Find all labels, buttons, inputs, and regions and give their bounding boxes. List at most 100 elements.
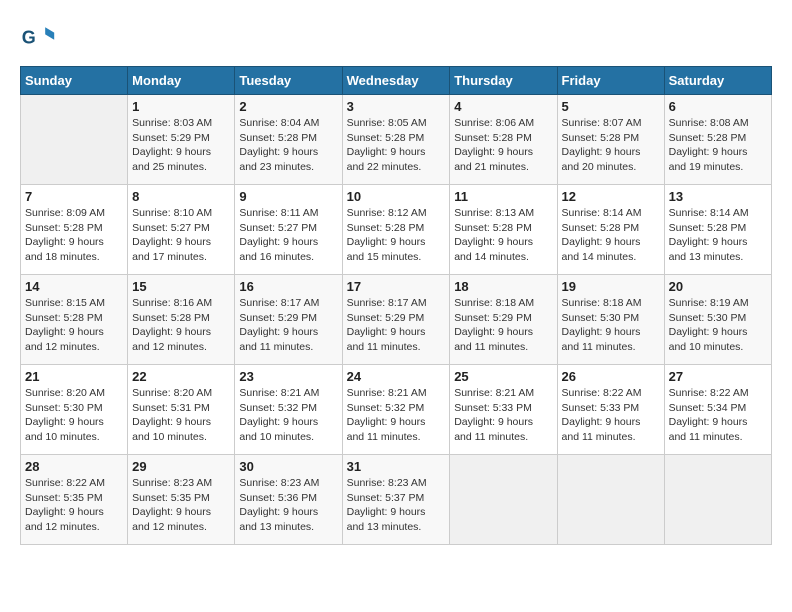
- calendar-week-row: 21 Sunrise: 8:20 AMSunset: 5:30 PMDayligh…: [21, 365, 772, 455]
- weekday-header: Saturday: [664, 67, 771, 95]
- calendar-cell: 22 Sunrise: 8:20 AMSunset: 5:31 PMDayligh…: [128, 365, 235, 455]
- calendar-cell: 16 Sunrise: 8:17 AMSunset: 5:29 PMDayligh…: [235, 275, 342, 365]
- calendar-cell: 8 Sunrise: 8:10 AMSunset: 5:27 PMDaylight…: [128, 185, 235, 275]
- day-info: Sunrise: 8:21 AMSunset: 5:32 PMDaylight:…: [347, 386, 446, 445]
- day-number: 8: [132, 189, 230, 204]
- svg-text:G: G: [22, 27, 36, 47]
- calendar-cell: 24 Sunrise: 8:21 AMSunset: 5:32 PMDayligh…: [342, 365, 450, 455]
- day-number: 13: [669, 189, 767, 204]
- day-info: Sunrise: 8:04 AMSunset: 5:28 PMDaylight:…: [239, 116, 337, 175]
- day-number: 20: [669, 279, 767, 294]
- calendar-cell: 7 Sunrise: 8:09 AMSunset: 5:28 PMDaylight…: [21, 185, 128, 275]
- logo-icon: G: [20, 20, 56, 56]
- day-info: Sunrise: 8:17 AMSunset: 5:29 PMDaylight:…: [347, 296, 446, 355]
- weekday-header: Sunday: [21, 67, 128, 95]
- day-info: Sunrise: 8:03 AMSunset: 5:29 PMDaylight:…: [132, 116, 230, 175]
- calendar-cell: [664, 455, 771, 545]
- day-number: 29: [132, 459, 230, 474]
- calendar-week-row: 7 Sunrise: 8:09 AMSunset: 5:28 PMDaylight…: [21, 185, 772, 275]
- day-info: Sunrise: 8:06 AMSunset: 5:28 PMDaylight:…: [454, 116, 552, 175]
- weekday-header: Monday: [128, 67, 235, 95]
- calendar-cell: 15 Sunrise: 8:16 AMSunset: 5:28 PMDayligh…: [128, 275, 235, 365]
- day-number: 22: [132, 369, 230, 384]
- calendar-cell: 19 Sunrise: 8:18 AMSunset: 5:30 PMDayligh…: [557, 275, 664, 365]
- day-info: Sunrise: 8:20 AMSunset: 5:30 PMDaylight:…: [25, 386, 123, 445]
- weekday-header: Friday: [557, 67, 664, 95]
- calendar-cell: 25Sunrise: 8:21 AMSunset: 5:33 PMDayligh…: [450, 365, 557, 455]
- day-number: 21: [25, 369, 123, 384]
- day-info: Sunrise: 8:20 AMSunset: 5:31 PMDaylight:…: [132, 386, 230, 445]
- logo: G: [20, 20, 60, 56]
- day-number: 18: [454, 279, 552, 294]
- day-number: 28: [25, 459, 123, 474]
- page-header: G: [20, 20, 772, 56]
- day-info: Sunrise: 8:19 AMSunset: 5:30 PMDaylight:…: [669, 296, 767, 355]
- day-number: 5: [562, 99, 660, 114]
- calendar-cell: 11 Sunrise: 8:13 AMSunset: 5:28 PMDayligh…: [450, 185, 557, 275]
- day-number: 24: [347, 369, 446, 384]
- day-info: Sunrise: 8:18 AMSunset: 5:30 PMDaylight:…: [562, 296, 660, 355]
- day-number: 4: [454, 99, 552, 114]
- day-number: 16: [239, 279, 337, 294]
- day-info: Sunrise: 8:21 AMSunset: 5:32 PMDaylight:…: [239, 386, 337, 445]
- calendar-cell: 18 Sunrise: 8:18 AMSunset: 5:29 PMDayligh…: [450, 275, 557, 365]
- calendar-cell: 2 Sunrise: 8:04 AMSunset: 5:28 PMDaylight…: [235, 95, 342, 185]
- day-number: 15: [132, 279, 230, 294]
- day-info: Sunrise: 8:09 AMSunset: 5:28 PMDaylight:…: [25, 206, 123, 265]
- day-number: 26: [562, 369, 660, 384]
- day-info: Sunrise: 8:05 AMSunset: 5:28 PMDaylight:…: [347, 116, 446, 175]
- weekday-header: Thursday: [450, 67, 557, 95]
- day-number: 7: [25, 189, 123, 204]
- calendar-cell: 29 Sunrise: 8:23 AMSunset: 5:35 PMDayligh…: [128, 455, 235, 545]
- calendar-cell: 27Sunrise: 8:22 AMSunset: 5:34 PMDayligh…: [664, 365, 771, 455]
- day-info: Sunrise: 8:17 AMSunset: 5:29 PMDaylight:…: [239, 296, 337, 355]
- day-info: Sunrise: 8:14 AMSunset: 5:28 PMDaylight:…: [562, 206, 660, 265]
- day-info: Sunrise: 8:08 AMSunset: 5:28 PMDaylight:…: [669, 116, 767, 175]
- day-number: 27: [669, 369, 767, 384]
- day-info: Sunrise: 8:15 AMSunset: 5:28 PMDaylight:…: [25, 296, 123, 355]
- day-info: Sunrise: 8:16 AMSunset: 5:28 PMDaylight:…: [132, 296, 230, 355]
- day-info: Sunrise: 8:11 AMSunset: 5:27 PMDaylight:…: [239, 206, 337, 265]
- calendar-cell: 5 Sunrise: 8:07 AMSunset: 5:28 PMDaylight…: [557, 95, 664, 185]
- calendar-cell: 3Sunrise: 8:05 AMSunset: 5:28 PMDaylight…: [342, 95, 450, 185]
- weekday-header: Wednesday: [342, 67, 450, 95]
- day-number: 30: [239, 459, 337, 474]
- calendar-cell: 14Sunrise: 8:15 AMSunset: 5:28 PMDayligh…: [21, 275, 128, 365]
- day-number: 1: [132, 99, 230, 114]
- day-number: 23: [239, 369, 337, 384]
- calendar-week-row: 14Sunrise: 8:15 AMSunset: 5:28 PMDayligh…: [21, 275, 772, 365]
- day-number: 19: [562, 279, 660, 294]
- weekday-header: Tuesday: [235, 67, 342, 95]
- calendar-week-row: 28 Sunrise: 8:22 AMSunset: 5:35 PMDayligh…: [21, 455, 772, 545]
- day-number: 31: [347, 459, 446, 474]
- calendar-cell: 17 Sunrise: 8:17 AMSunset: 5:29 PMDayligh…: [342, 275, 450, 365]
- calendar-cell: 12Sunrise: 8:14 AMSunset: 5:28 PMDayligh…: [557, 185, 664, 275]
- day-info: Sunrise: 8:07 AMSunset: 5:28 PMDaylight:…: [562, 116, 660, 175]
- calendar-cell: 6Sunrise: 8:08 AMSunset: 5:28 PMDaylight…: [664, 95, 771, 185]
- day-number: 10: [347, 189, 446, 204]
- calendar-cell: 20 Sunrise: 8:19 AMSunset: 5:30 PMDayligh…: [664, 275, 771, 365]
- day-info: Sunrise: 8:10 AMSunset: 5:27 PMDaylight:…: [132, 206, 230, 265]
- day-number: 2: [239, 99, 337, 114]
- calendar-cell: 30Sunrise: 8:23 AMSunset: 5:36 PMDayligh…: [235, 455, 342, 545]
- day-number: 17: [347, 279, 446, 294]
- day-info: Sunrise: 8:23 AMSunset: 5:35 PMDaylight:…: [132, 476, 230, 535]
- day-info: Sunrise: 8:18 AMSunset: 5:29 PMDaylight:…: [454, 296, 552, 355]
- day-info: Sunrise: 8:22 AMSunset: 5:33 PMDaylight:…: [562, 386, 660, 445]
- day-info: Sunrise: 8:13 AMSunset: 5:28 PMDaylight:…: [454, 206, 552, 265]
- calendar-cell: 31 Sunrise: 8:23 AMSunset: 5:37 PMDayligh…: [342, 455, 450, 545]
- day-info: Sunrise: 8:12 AMSunset: 5:28 PMDaylight:…: [347, 206, 446, 265]
- calendar-cell: 21 Sunrise: 8:20 AMSunset: 5:30 PMDayligh…: [21, 365, 128, 455]
- day-info: Sunrise: 8:14 AMSunset: 5:28 PMDaylight:…: [669, 206, 767, 265]
- day-info: Sunrise: 8:22 AMSunset: 5:35 PMDaylight:…: [25, 476, 123, 535]
- calendar-cell: 1 Sunrise: 8:03 AMSunset: 5:29 PMDaylight…: [128, 95, 235, 185]
- day-number: 9: [239, 189, 337, 204]
- calendar-cell: 23 Sunrise: 8:21 AMSunset: 5:32 PMDayligh…: [235, 365, 342, 455]
- day-info: Sunrise: 8:23 AMSunset: 5:37 PMDaylight:…: [347, 476, 446, 535]
- day-info: Sunrise: 8:21 AMSunset: 5:33 PMDaylight:…: [454, 386, 552, 445]
- calendar-cell: 4 Sunrise: 8:06 AMSunset: 5:28 PMDaylight…: [450, 95, 557, 185]
- calendar-cell: [557, 455, 664, 545]
- calendar-week-row: 1 Sunrise: 8:03 AMSunset: 5:29 PMDaylight…: [21, 95, 772, 185]
- day-number: 11: [454, 189, 552, 204]
- calendar-header-row: SundayMondayTuesdayWednesdayThursdayFrid…: [21, 67, 772, 95]
